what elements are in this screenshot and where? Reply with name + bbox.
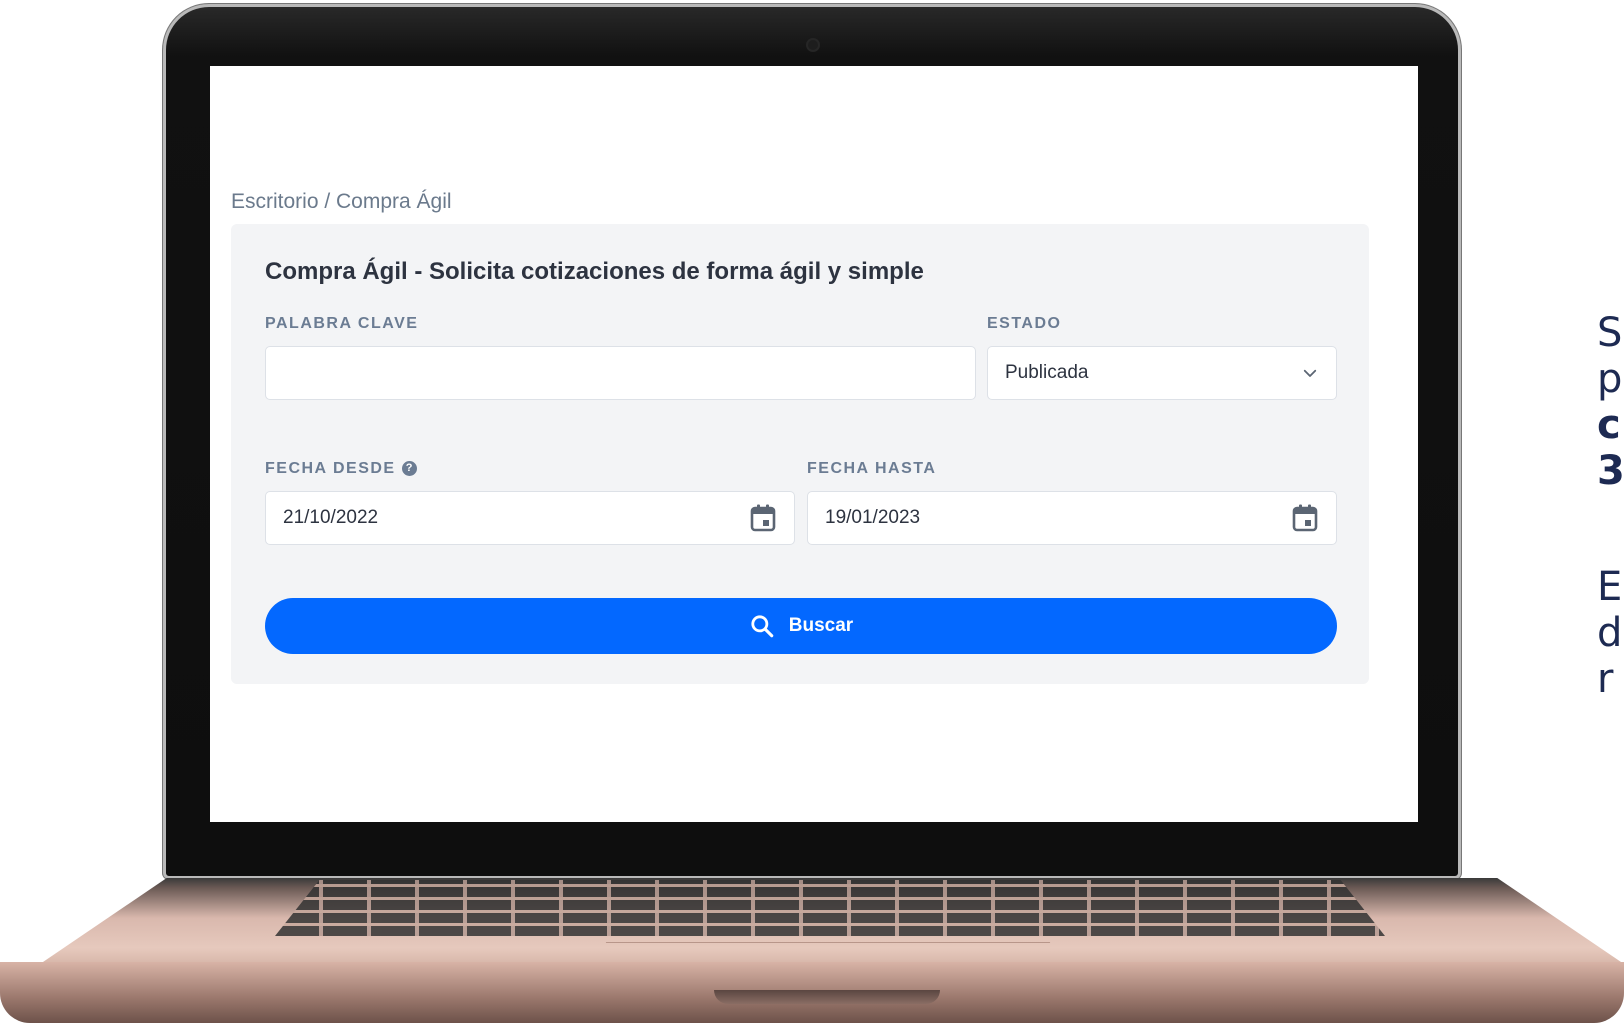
keyword-label: PALABRA CLAVE xyxy=(265,315,419,332)
date-from-field[interactable]: 21/10/2022 xyxy=(265,491,795,545)
laptop-keyboard xyxy=(275,880,1385,936)
status-selected-value: Publicada xyxy=(1005,362,1089,383)
keyword-input[interactable] xyxy=(283,361,958,385)
side-text-line: S xyxy=(1597,310,1623,356)
search-button-label: Buscar xyxy=(788,615,854,636)
search-button[interactable]: Buscar xyxy=(265,598,1337,654)
page-title: Compra Ágil - Solicita cotizaciones de f… xyxy=(265,258,924,285)
keyword-field[interactable] xyxy=(265,346,976,400)
date-to-field[interactable]: 19/01/2023 xyxy=(807,491,1337,545)
side-text-line: d xyxy=(1597,610,1623,656)
status-select[interactable]: Publicada xyxy=(987,346,1337,400)
side-text-line: r xyxy=(1597,656,1614,702)
search-icon xyxy=(749,613,775,639)
side-text-line: 3 xyxy=(1597,448,1624,494)
side-text-line: p xyxy=(1597,356,1623,402)
date-to-value: 19/01/2023 xyxy=(825,507,921,528)
side-text-line: E xyxy=(1597,564,1623,610)
breadcrumb[interactable]: Escritorio / Compra Ágil xyxy=(231,190,452,214)
date-from-label-text: FECHA DESDE xyxy=(265,460,396,477)
calendar-icon[interactable] xyxy=(1291,503,1319,533)
date-from-value: 21/10/2022 xyxy=(283,507,379,528)
side-text-line: c xyxy=(1597,402,1621,448)
camera-icon xyxy=(808,40,818,50)
laptop-screen: Escritorio / Compra Ágil Compra Ágil - S… xyxy=(210,66,1418,822)
date-from-label: FECHA DESDE? xyxy=(265,460,417,478)
laptop-notch xyxy=(714,990,940,1004)
calendar-icon[interactable] xyxy=(749,503,777,533)
date-to-label: FECHA HASTA xyxy=(807,460,937,477)
status-label: ESTADO xyxy=(987,315,1062,332)
chevron-down-icon xyxy=(1301,364,1319,382)
search-panel: Compra Ágil - Solicita cotizaciones de f… xyxy=(231,224,1369,684)
help-icon[interactable]: ? xyxy=(401,461,417,476)
